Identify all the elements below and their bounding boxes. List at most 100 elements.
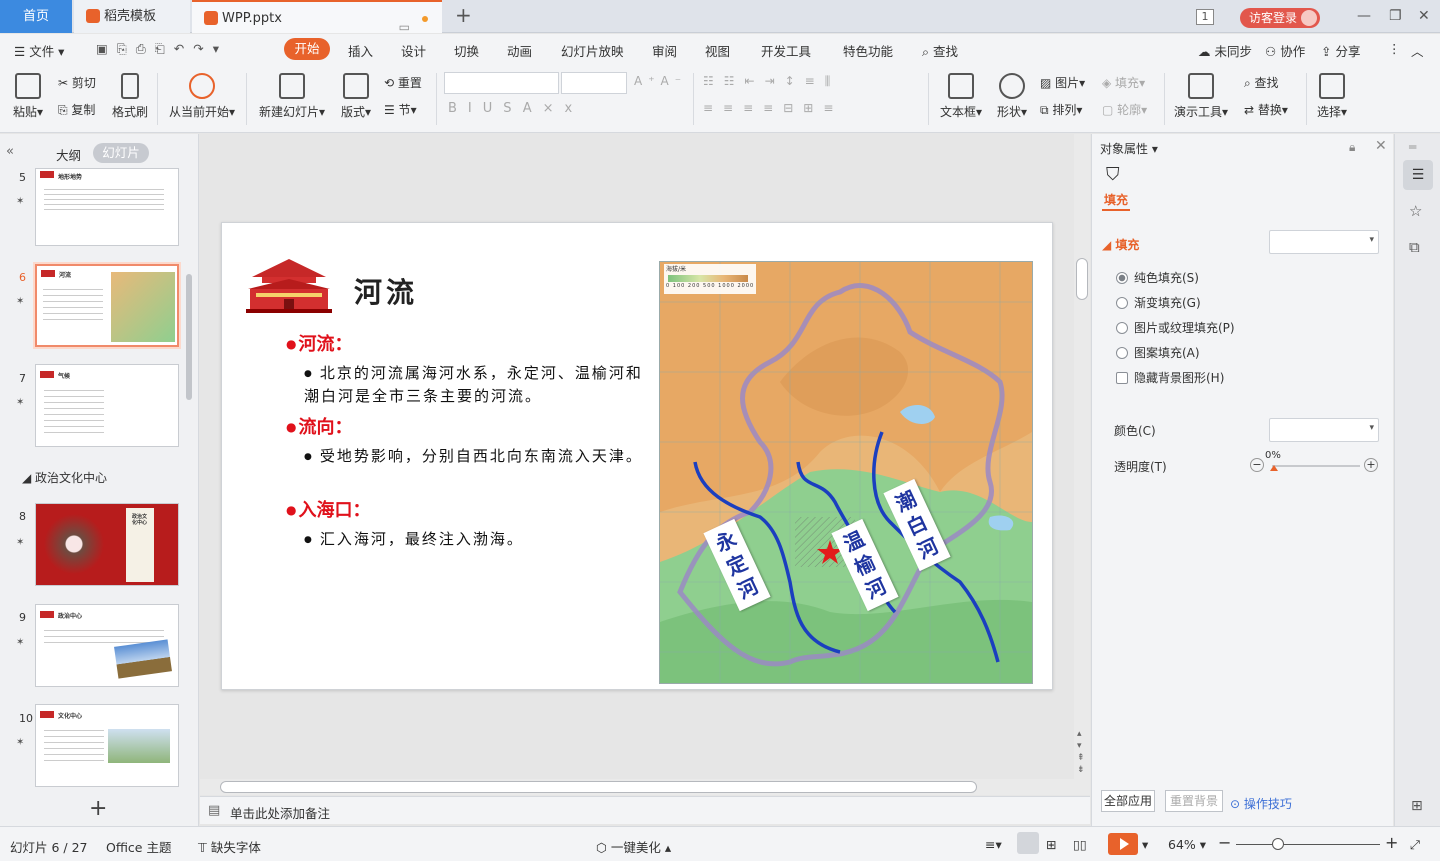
slide-thumbnail[interactable]: 政治文化中心 xyxy=(35,503,179,586)
menu-features[interactable]: 特色功能 xyxy=(843,41,893,60)
decrease-transparency-button[interactable]: − xyxy=(1250,458,1264,472)
play-from-current-button[interactable]: 从当前开始▾ xyxy=(166,73,238,120)
scroll-arrows-icon[interactable]: ▴ ▾ ⇞ ⇟ xyxy=(1077,728,1085,776)
arrange-button[interactable]: ⧉ 排列▾ xyxy=(1040,101,1082,118)
notes-area[interactable]: ▤ 单击此处添加备注 xyxy=(200,796,1090,824)
beautify-button[interactable]: ⬡ 一键美化 ▴ xyxy=(596,837,671,856)
tab-document[interactable]: WPP.pptx ▭ xyxy=(192,0,442,34)
text-estuary[interactable]: 汇入海河，最终注入渤海。 xyxy=(304,528,644,551)
panel-title[interactable]: 对象属性 ▾ xyxy=(1100,140,1158,157)
restore-icon[interactable]: ❐ xyxy=(1389,0,1402,33)
section-header[interactable]: ◢ 政治文化中心 xyxy=(22,469,107,486)
sync-status[interactable]: ☁ 未同步 xyxy=(1198,41,1252,60)
hide-background-checkbox[interactable]: 隐藏背景图形(H) xyxy=(1116,369,1224,386)
reset-button[interactable]: ⟲ 重置 xyxy=(384,74,422,91)
transparency-slider-handle[interactable] xyxy=(1270,465,1278,471)
close-panel-icon[interactable]: ✕ xyxy=(1375,138,1387,154)
slide-thumbnail[interactable]: 地形地势 xyxy=(35,168,179,246)
cut-button[interactable]: ✂ 剪切 xyxy=(58,74,96,91)
play-options-icon[interactable]: ▾ xyxy=(1142,837,1148,852)
animation-icon[interactable]: ☆ xyxy=(1409,202,1422,220)
tab-slides[interactable]: 幻灯片 xyxy=(93,143,149,163)
vertical-scrollbar[interactable] xyxy=(1074,134,1090,779)
align-buttons[interactable]: ≡≡≡≡⊟⊞≡ xyxy=(703,101,843,115)
zoom-slider[interactable] xyxy=(1236,844,1380,845)
tab-home[interactable]: 首页 xyxy=(0,0,72,33)
text-rivers[interactable]: 北京的河流属海河水系，永定河、温榆河和潮白河是全市三条主要的河流。 xyxy=(304,362,644,407)
slide-title[interactable]: 河流 xyxy=(354,271,418,311)
heading-rivers[interactable]: 河流： xyxy=(286,330,352,356)
menu-search[interactable]: ⌕ 查找 xyxy=(922,41,958,60)
replace-button[interactable]: ⇄ 替换▾ xyxy=(1244,101,1288,118)
menu-start[interactable]: 开始 xyxy=(284,38,330,60)
file-menu[interactable]: ☰ 文件 ▾ xyxy=(14,41,64,60)
tab-fill[interactable]: 填充 xyxy=(1104,191,1128,208)
menu-insert[interactable]: 插入 xyxy=(348,41,373,60)
option-gradient-fill[interactable]: 渐变填充(G) xyxy=(1116,294,1201,311)
section-button[interactable]: ☰ 节▾ xyxy=(384,101,417,118)
minimize-icon[interactable]: — xyxy=(1357,0,1371,33)
play-slideshow-button[interactable] xyxy=(1108,833,1138,855)
shape-button[interactable]: 形状▾ xyxy=(994,73,1030,120)
panel-scrollbar[interactable] xyxy=(186,274,192,400)
collapse-ribbon-icon[interactable]: ︿ xyxy=(1411,41,1424,60)
close-window-icon[interactable]: ✕ xyxy=(1418,0,1430,33)
reading-view-icon[interactable]: ▯▯ xyxy=(1073,837,1087,852)
option-picture-fill[interactable]: 图片或纹理填充(P) xyxy=(1116,319,1235,336)
format-painter-button[interactable]: 格式刷 xyxy=(109,73,151,120)
fill-type-dropdown[interactable] xyxy=(1269,230,1379,254)
font-size-input[interactable] xyxy=(561,72,627,94)
presenter-tools-button[interactable]: 演示工具▾ xyxy=(1172,73,1230,120)
add-slide-button[interactable]: + xyxy=(89,796,107,821)
tips-link[interactable]: ⊙ 操作技巧 xyxy=(1230,795,1292,812)
textbox-button[interactable]: 文本框▾ xyxy=(938,73,984,120)
horizontal-scroll-thumb[interactable] xyxy=(220,781,977,793)
normal-view-icon[interactable] xyxy=(1017,832,1039,854)
new-tab-button[interactable]: + xyxy=(455,3,472,27)
transparency-slider[interactable] xyxy=(1272,465,1360,467)
slide-thumbnail-selected[interactable]: 河流 xyxy=(33,262,181,349)
menu-design[interactable]: 设计 xyxy=(401,41,426,60)
fill-button[interactable]: ◈ 填充▾ xyxy=(1102,74,1145,91)
zoom-out-button[interactable]: − xyxy=(1218,833,1231,852)
picture-button[interactable]: ▨ 图片▾ xyxy=(1040,74,1085,91)
heading-flow[interactable]: 流向： xyxy=(286,413,352,439)
menu-view[interactable]: 视图 xyxy=(705,41,730,60)
layout-button[interactable]: 版式▾ xyxy=(338,73,374,120)
font-size-buttons[interactable]: A⁺A⁻ xyxy=(634,74,687,88)
menu-developer[interactable]: 开发工具 xyxy=(761,41,811,60)
slide-thumbnail[interactable]: 政治中心 xyxy=(35,604,179,687)
menu-animation[interactable]: 动画 xyxy=(507,41,532,60)
properties-icon[interactable]: ☰ xyxy=(1403,160,1433,190)
outline-button[interactable]: ▢ 轮廓▾ xyxy=(1102,101,1147,118)
option-solid-fill[interactable]: 纯色填充(S) xyxy=(1116,269,1199,286)
heading-estuary[interactable]: 入海口： xyxy=(286,496,370,522)
text-flow[interactable]: 受地势影响，分别自西北向东南流入天津。 xyxy=(304,445,644,468)
reset-background-button[interactable]: 重置背景 xyxy=(1165,790,1223,812)
fill-bucket-icon[interactable]: ⛉ xyxy=(1106,164,1130,186)
color-dropdown[interactable] xyxy=(1269,418,1379,442)
slide[interactable]: 河流 河流： 北京的河流属海河水系，永定河、温榆河和潮白河是全市三条主要的河流。… xyxy=(221,222,1053,690)
missing-font-button[interactable]: 𝕋 缺失字体 xyxy=(198,837,261,856)
window-count-badge[interactable]: 1 xyxy=(1196,9,1214,25)
zoom-in-button[interactable]: + xyxy=(1385,833,1398,852)
visitor-login-button[interactable]: 访客登录 xyxy=(1240,8,1320,28)
fit-window-icon[interactable]: ⤢ xyxy=(1410,837,1420,853)
menu-slideshow[interactable]: 幻灯片放映 xyxy=(561,41,624,60)
find-button[interactable]: ⌕ 查找 xyxy=(1244,74,1279,91)
theme-name[interactable]: Office 主题 xyxy=(106,837,171,856)
quick-access-toolbar[interactable]: ▣⎘⎙⎗↶↷▾ xyxy=(96,41,228,57)
share-button[interactable]: ⇪ 分享 xyxy=(1321,41,1360,60)
list-buttons[interactable]: ☷☷⇤⇥↕≡⫼ xyxy=(703,74,840,89)
increase-transparency-button[interactable]: + xyxy=(1364,458,1378,472)
font-style-buttons[interactable]: BIUSA×x xyxy=(448,101,583,116)
select-button[interactable]: 选择▾ xyxy=(1314,73,1350,120)
font-name-input[interactable] xyxy=(444,72,559,94)
beijing-river-map[interactable]: 海拔/米 0 100 200 500 1000 2000 永定河 温榆河 潮白河 xyxy=(659,261,1033,684)
more-icon[interactable]: ⋮ xyxy=(1388,41,1401,56)
paste-button[interactable]: 粘贴▾ xyxy=(10,73,46,120)
menu-transition[interactable]: 切换 xyxy=(454,41,479,60)
copy-format-icon[interactable]: ⧉ xyxy=(1409,238,1420,256)
notes-toggle-icon[interactable]: ≡▾ xyxy=(985,837,1002,852)
zoom-level[interactable]: 64% ▾ xyxy=(1168,837,1206,852)
